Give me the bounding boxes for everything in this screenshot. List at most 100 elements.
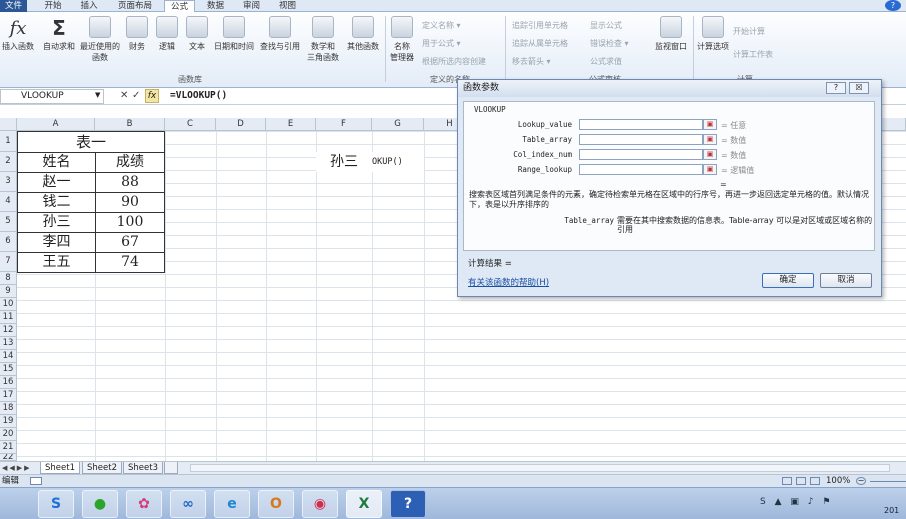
financial-button[interactable]: 财务 [124,16,150,76]
error-checking-button[interactable]: 错误检查 ▾ [590,38,629,49]
collapse-dialog-icon[interactable]: ▣ [703,149,717,160]
row-header[interactable]: 14 [0,350,17,363]
collapse-dialog-icon[interactable]: ▣ [703,134,717,145]
table-title[interactable]: 表一 [17,131,165,153]
tab-file[interactable]: 文件 [0,0,27,12]
collapse-dialog-icon[interactable]: ▣ [703,164,717,175]
cancel-icon[interactable]: ✕ [120,90,128,101]
zoom-out-icon[interactable]: − [856,477,866,485]
dialog-help-button[interactable]: ? [826,82,846,94]
column-header[interactable]: F [316,118,372,131]
row-header[interactable]: 8 [0,272,17,285]
row-header[interactable]: 11 [0,311,17,324]
macro-record-icon[interactable] [30,477,42,485]
cell-g2[interactable]: OKUP() [372,152,424,172]
page-break-view-icon[interactable] [810,477,820,485]
horizontal-scrollbar[interactable] [190,464,890,472]
autosum-button[interactable]: Σ 自动求和 [40,16,78,76]
page-layout-view-icon[interactable] [796,477,806,485]
show-formulas-button[interactable]: 显示公式 [590,20,622,31]
tab-data[interactable]: 数据 [200,0,231,12]
table-header[interactable]: 成绩 [95,152,165,173]
text-button[interactable]: 文本 [184,16,210,76]
col-index-num-input[interactable] [579,149,703,160]
row-header[interactable]: 6 [0,232,17,252]
table-cell[interactable]: 赵一 [17,172,96,193]
paint-app-icon[interactable]: ✿ [126,490,162,518]
name-box[interactable]: VLOOKUP [0,89,104,104]
table-cell[interactable]: 100 [95,212,165,233]
table-cell[interactable]: 67 [95,232,165,253]
name-manager-button[interactable]: 名称 管理器 [387,16,417,76]
sheet-tab-2[interactable]: Sheet2 [82,462,122,474]
row-header[interactable]: 10 [0,298,17,311]
tab-insert[interactable]: 插入 [74,0,104,12]
column-header[interactable]: D [216,118,266,131]
row-header[interactable]: 17 [0,389,17,402]
ok-button[interactable]: 确定 [762,273,814,288]
fx-icon[interactable]: fx [145,89,159,103]
math-trig-button[interactable]: 数学和 三角函数 [305,16,341,76]
row-header[interactable]: 2 [0,152,17,172]
help-icon[interactable]: ? [885,0,901,11]
table-cell[interactable]: 王五 [17,252,96,273]
formula-input[interactable]: =VLOOKUP() [170,90,227,101]
baidu-app-icon[interactable]: ∞ [170,490,206,518]
table-cell[interactable]: 孙三 [17,212,96,233]
table-cell[interactable]: 74 [95,252,165,273]
row-header[interactable]: 1 [0,131,17,152]
table-header[interactable]: 姓名 [17,152,96,173]
row-header[interactable]: 21 [0,441,17,454]
row-header[interactable]: 4 [0,192,17,212]
sheet-tab-3[interactable]: Sheet3 [123,462,163,474]
row-header[interactable]: 19 [0,415,17,428]
tab-view[interactable]: 视图 [272,0,303,12]
row-header[interactable]: 18 [0,402,17,415]
insert-function-button[interactable]: fx 插入函数 [0,16,36,76]
lookup-value-input[interactable] [579,119,703,130]
check-icon[interactable]: ✓ [132,90,140,101]
cell-f2[interactable]: 孙三 [316,152,372,172]
evaluate-formula-button[interactable]: 公式求值 [590,56,622,67]
row-header[interactable]: 22 [0,454,17,461]
row-header[interactable]: 12 [0,324,17,337]
trace-dependents-button[interactable]: 追踪从属单元格 [512,38,568,49]
help-app-icon[interactable]: ? [390,490,426,518]
calc-options-button[interactable]: 计算选项 [695,16,731,76]
trace-precedents-button[interactable]: 追踪引用单元格 [512,20,568,31]
new-sheet-icon[interactable] [164,462,178,474]
collapse-dialog-icon[interactable]: ▣ [703,119,717,130]
tray-icons[interactable]: S ▲ ▣ ♪ ⚑ [760,497,833,507]
column-header[interactable]: G [372,118,424,131]
sheet-tab-1[interactable]: Sheet1 [40,462,80,474]
chevron-down-icon[interactable]: ▼ [95,91,100,99]
function-help-link[interactable]: 有关该函数的帮助(H) [468,276,549,288]
dialog-close-button[interactable]: ☒ [849,82,869,94]
excel-app-icon[interactable]: X [346,490,382,518]
row-header[interactable]: 15 [0,363,17,376]
column-header[interactable]: C [165,118,216,131]
use-in-formula-button[interactable]: 用于公式 ▾ [422,38,461,49]
table-array-input[interactable] [579,134,703,145]
table-cell[interactable]: 88 [95,172,165,193]
logical-button[interactable]: 逻辑 [154,16,180,76]
recent-functions-button[interactable]: 最近使用的 函数 [79,16,121,76]
row-header[interactable]: 7 [0,252,17,272]
lookup-reference-button[interactable]: 查找与引用 [257,16,303,76]
row-header[interactable]: 9 [0,285,17,298]
calculate-sheet-button[interactable]: 计算工作表 [733,49,773,60]
outlook-app-icon[interactable]: O [258,490,294,518]
wechat-app-icon[interactable]: ● [82,490,118,518]
datetime-button[interactable]: 日期和时间 [211,16,257,76]
normal-view-icon[interactable] [782,477,792,485]
column-header[interactable]: A [17,118,95,131]
browser-app-icon[interactable]: e [214,490,250,518]
media-app-icon[interactable]: ◉ [302,490,338,518]
watch-window-button[interactable]: 监视窗口 [651,16,691,76]
row-header[interactable]: 3 [0,172,17,192]
select-all-corner[interactable] [0,118,17,131]
range-lookup-input[interactable] [579,164,703,175]
remove-arrows-button[interactable]: 移去箭头 ▾ [512,56,551,67]
sheet-nav-arrows-icon[interactable]: ◀◀▶▶ [2,462,32,474]
tab-review[interactable]: 审阅 [236,0,267,12]
